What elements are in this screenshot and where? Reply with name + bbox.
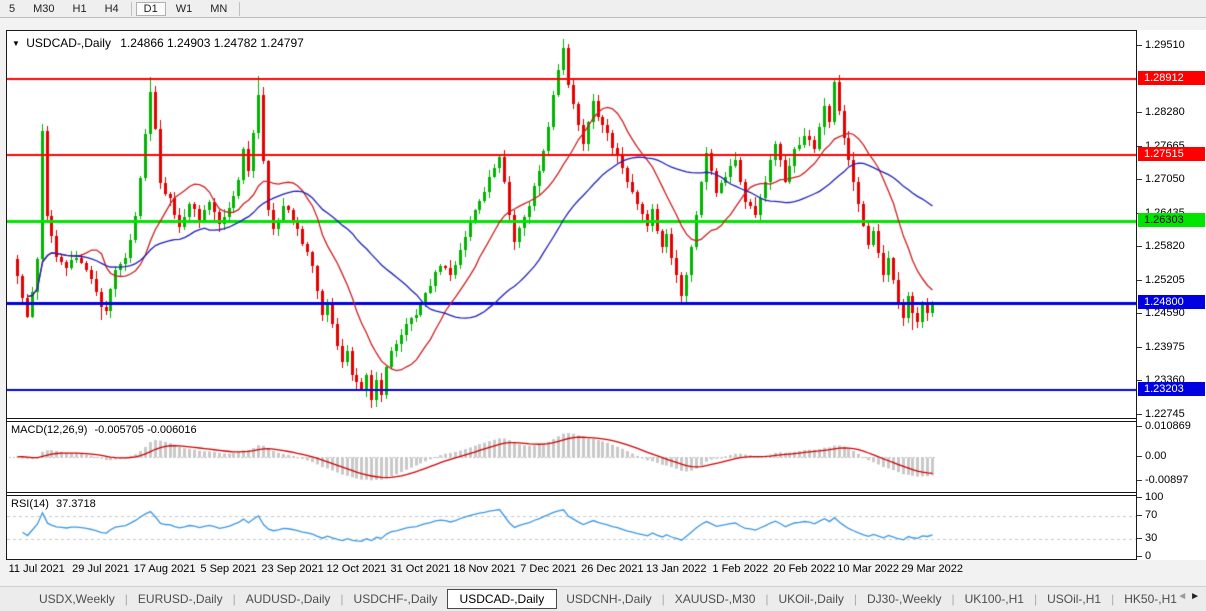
axis-tick-mark: [1137, 179, 1142, 180]
date-label: 10 Mar 2022: [837, 563, 900, 575]
axis-tick-mark: [1137, 556, 1142, 557]
tab-scroll-arrows: ◄►: [1177, 591, 1203, 602]
axis-tick-mark: [1137, 246, 1142, 247]
chart-ohlc-quote: 1.24866 1.24903 1.24782 1.24797: [120, 36, 304, 50]
axis-tick-mark: [1137, 280, 1142, 281]
macd-tick-label: 0.00: [1145, 450, 1167, 462]
macd-tick-label: 0.010869: [1145, 420, 1191, 432]
date-label: 7 Dec 2021: [520, 563, 577, 575]
date-label: 11 Jul 2021: [8, 563, 65, 575]
macd-current-values: -0.005705 -0.006016: [94, 424, 197, 436]
price-level-badge: 1.28912: [1138, 71, 1205, 85]
chart-tab-xauusd-m30[interactable]: XAUUSD-,M30: [666, 590, 765, 608]
axis-tick-mark: [1137, 426, 1142, 427]
chart-tab-usoil-h1[interactable]: USOil-,H1: [1038, 590, 1110, 608]
timeframe-button-h4[interactable]: H4: [97, 2, 127, 16]
price-tick-label: 1.25820: [1145, 240, 1185, 252]
date-label: 29 Mar 2022: [901, 563, 963, 575]
axis-tick-mark: [1137, 414, 1142, 415]
chart-tab-uk100-h1[interactable]: UK100-,H1: [956, 590, 1033, 608]
axis-tick-mark: [1137, 497, 1142, 498]
timeframe-button-h1[interactable]: H1: [65, 2, 95, 16]
date-label: 13 Jan 2022: [645, 563, 707, 575]
price-tick-label: 1.28280: [1145, 106, 1185, 118]
axis-tick-mark: [1137, 347, 1142, 348]
chart-tab-usdx-weekly[interactable]: USDX,Weekly: [30, 590, 124, 608]
axis-tick-mark: [1137, 313, 1142, 314]
axis-tick-mark: [1137, 538, 1142, 539]
chart-tab-bar: USDX,Weekly | EURUSD-,Daily | AUDUSD-,Daily |…: [0, 586, 1206, 611]
price-tick-label: 1.29510: [1145, 39, 1185, 51]
timeframe-toolbar: 5 M30 H1 H4 D1 W1 MN: [0, 0, 1206, 18]
rsi-pane-canvas[interactable]: [7, 496, 1136, 559]
chart-tab-eurusd-daily[interactable]: EURUSD-,Daily: [129, 590, 232, 608]
chart-tab-usdchf-daily[interactable]: USDCHF-,Daily: [345, 590, 447, 608]
tab-scroll-right-icon[interactable]: ►: [1190, 591, 1203, 602]
chart-tab-dj30-weekly[interactable]: DJ30-,Weekly: [858, 590, 950, 608]
mt4-window: 5 M30 H1 H4 D1 W1 MN ▼ USDCAD-,Daily 1.24866 1…: [0, 0, 1206, 611]
axis-tick-mark: [1137, 112, 1142, 113]
macd-name: MACD(12,26,9): [11, 424, 88, 436]
chart-tab-usdcnh-daily[interactable]: USDCNH-,Daily: [557, 590, 660, 608]
timeframe-button-w1[interactable]: W1: [168, 2, 201, 16]
rsi-tick-label: 100: [1145, 491, 1164, 503]
price-chart-canvas[interactable]: [7, 31, 1136, 418]
chart-tab-audusd-daily[interactable]: AUDUSD-,Daily: [237, 590, 340, 608]
price-tick-label: 1.27050: [1145, 173, 1185, 185]
axis-tick-mark: [1137, 456, 1142, 457]
date-label: 31 Oct 2021: [390, 563, 451, 575]
price-level-badge: 1.23203: [1138, 382, 1205, 396]
axis-tick-mark: [1137, 380, 1142, 381]
price-tick-label: 1.23975: [1145, 341, 1185, 353]
date-label: 23 Sep 2021: [261, 563, 324, 575]
price-axis[interactable]: 1.295101.282801.276651.270501.264351.258…: [1137, 30, 1206, 562]
price-level-badge: 1.27515: [1138, 147, 1205, 161]
rsi-tick-label: 0: [1145, 550, 1152, 562]
axis-tick-mark: [1137, 45, 1142, 46]
timeframe-button-5[interactable]: 5: [1, 2, 23, 16]
timeframe-button-mn[interactable]: MN: [202, 2, 235, 16]
rsi-tick-label: 70: [1145, 509, 1158, 521]
date-label: 29 Jul 2021: [72, 563, 130, 575]
date-label: 1 Feb 2022: [712, 563, 769, 575]
date-label: 17 Aug 2021: [133, 563, 196, 575]
dropdown-triangle-icon[interactable]: ▼: [12, 39, 20, 48]
chart-symbol-period: USDCAD-,Daily: [26, 36, 111, 50]
chart-frame: ▼ USDCAD-,Daily 1.24866 1.24903 1.24782 …: [6, 30, 1137, 560]
toolbar-separator: [130, 1, 132, 16]
tab-scroll-left-icon[interactable]: ◄: [1177, 591, 1190, 602]
chart-tab-usdcad-daily[interactable]: USDCAD-,Daily: [446, 588, 558, 609]
price-level-badge: 1.24800: [1138, 295, 1205, 309]
rsi-tick-label: 30: [1145, 532, 1158, 544]
macd-tick-label: -0.00897: [1145, 474, 1189, 486]
chart-tab-ukoil-daily[interactable]: UKOil-,Daily: [770, 590, 853, 608]
date-label: 5 Sep 2021: [200, 563, 257, 575]
axis-tick-mark: [1137, 480, 1142, 481]
timeframe-button-m30[interactable]: M30: [25, 2, 62, 16]
rsi-indicator-label: RSI(14) 37.3718: [11, 498, 96, 510]
macd-indicator-label: MACD(12,26,9) -0.005705 -0.006016: [11, 424, 197, 436]
date-label: 26 Dec 2021: [581, 563, 644, 575]
date-label: 18 Nov 2021: [453, 563, 516, 575]
chart-tab-hk50-h1[interactable]: HK50-,H1: [1115, 590, 1186, 608]
chart-title: ▼ USDCAD-,Daily 1.24866 1.24903 1.24782 …: [12, 36, 304, 50]
rsi-name: RSI(14): [11, 498, 49, 510]
date-label: 12 Oct 2021: [326, 563, 387, 575]
axis-tick-mark: [1137, 515, 1142, 516]
toolbar-separator: [239, 1, 241, 16]
date-label: 20 Feb 2022: [773, 563, 836, 575]
timeframe-button-d1[interactable]: D1: [135, 1, 166, 16]
rsi-current-value: 37.3718: [55, 498, 96, 510]
price-tick-label: 1.25205: [1145, 274, 1185, 286]
price-level-badge: 1.26303: [1138, 213, 1205, 227]
time-axis[interactable]: 11 Jul 2021 29 Jul 2021 17 Aug 2021 5 Sep 2…: [0, 563, 1206, 579]
